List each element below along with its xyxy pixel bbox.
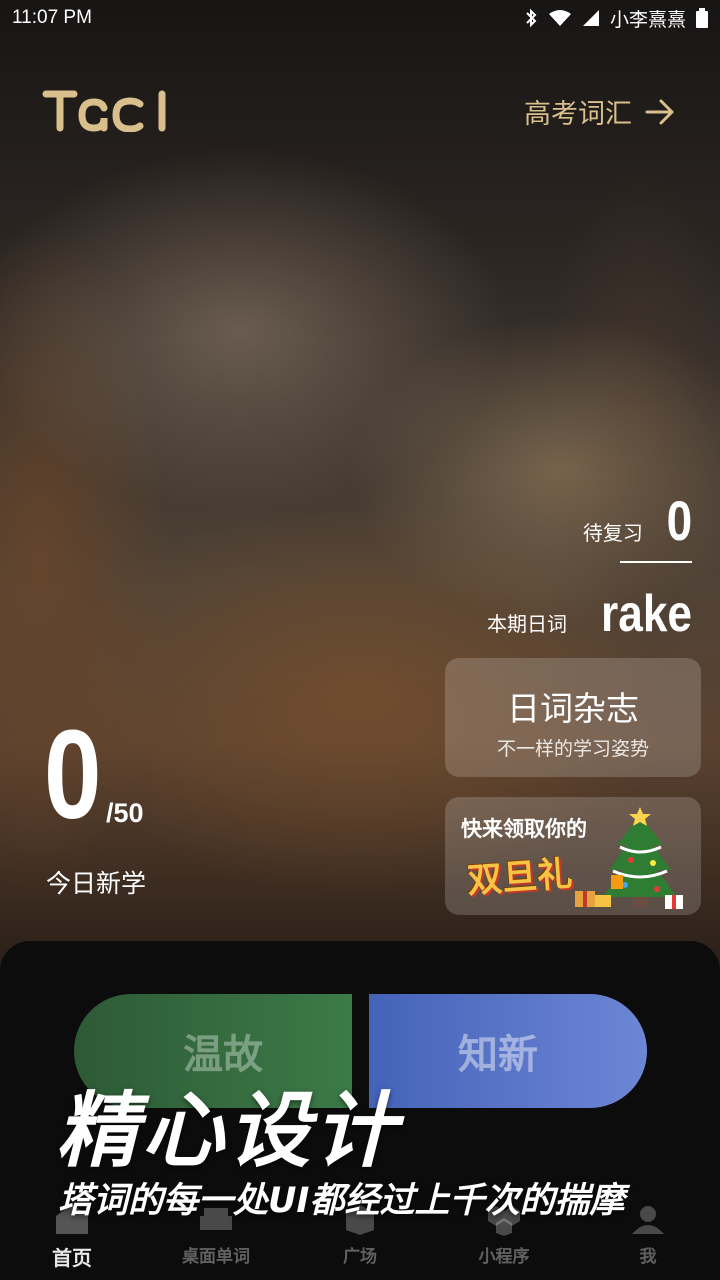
tab-label: 我 [639,1247,657,1267]
tab-label: 小程序 [478,1247,530,1267]
tab-label: 首页 [52,1246,92,1270]
magazine-subtitle: 不一样的学习姿势 [496,738,649,760]
profile-icon [632,1206,664,1234]
review-label: 待复习 [582,521,643,545]
promo-subtitle: 塔词的每一处UI都经过上千次的揣摩 [58,1181,625,1221]
daily-word[interactable]: 本期日词 rake [487,584,692,644]
tab-label: 广场 [343,1247,377,1267]
status-bar: 11:07 PM 小李熹熹 [0,0,720,36]
vocab-book-label: 高考词汇 [524,99,632,130]
carrier-name: 小李熹熹 [609,9,686,31]
tab-label: 桌面单词 [182,1247,250,1267]
vocab-book-selector[interactable]: 高考词汇 [524,92,676,131]
magazine-title: 日词杂志 [507,689,639,728]
holiday-gift-card[interactable]: 快来领取你的 双旦礼 [445,797,701,915]
today-new-count: 0 [44,704,102,845]
review-pending[interactable]: 待复习 0 [583,488,692,553]
today-new-label: 今日新学 [46,869,147,898]
battery-icon [696,8,708,28]
arrow-right-icon [645,99,674,124]
today-goal-total: /50 [106,798,144,828]
wifi-icon [548,10,571,26]
bluetooth-icon [526,8,537,28]
daily-word-value: rake [601,585,692,643]
learn-new-button[interactable]: 知新 [369,994,647,1108]
promo-title: 精心设计 [56,1084,400,1179]
review-count: 0 [666,489,692,552]
taci-logo [42,90,166,132]
gift-title: 双旦礼 [465,853,574,902]
magazine-card[interactable]: 日词杂志 不一样的学习姿势 [445,658,701,777]
stats-divider [620,561,692,563]
status-time: 11:07 PM [12,7,92,28]
signal-icon [582,10,599,26]
christmas-tree-icon [575,807,683,909]
daily-word-label: 本期日词 [487,612,567,636]
